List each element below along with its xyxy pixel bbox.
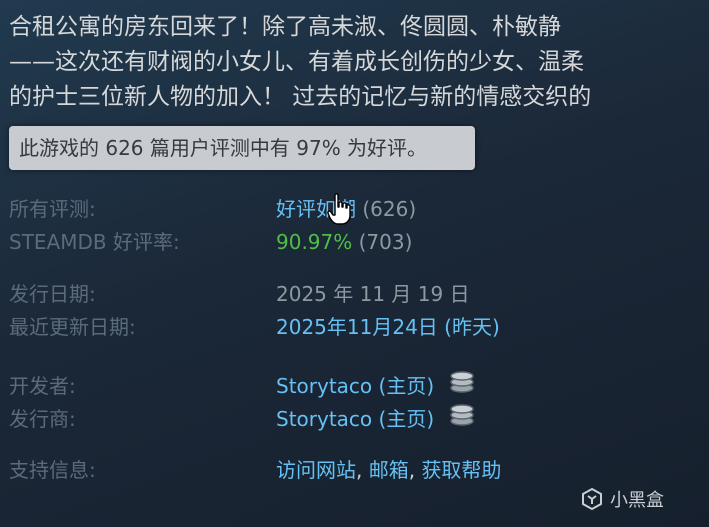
- release-date-label: 发行日期:: [9, 282, 96, 306]
- publisher-label: 发行商:: [9, 407, 76, 431]
- developer-label: 开发者:: [9, 374, 76, 398]
- publisher-value: Storytaco (主页): [276, 403, 475, 435]
- separator: ,: [408, 458, 416, 482]
- developer-value: Storytaco (主页): [276, 370, 475, 402]
- steamdb-rating-row: STEAMDB 好评率: 90.97% (703): [0, 226, 709, 258]
- watermark: 小黑盒: [580, 486, 664, 512]
- developer-row: 开发者: Storytaco (主页): [0, 370, 709, 402]
- all-reviews-label: 所有评测:: [9, 197, 96, 221]
- review-summary-tooltip: 此游戏的 626 篇用户评测中有 97% 为好评。: [9, 126, 475, 170]
- description-line: ——这次还有财阀的小女儿、有着成长创伤的少女、温柔: [9, 49, 584, 75]
- steamdb-rating-label: STEAMDB 好评率:: [9, 230, 180, 254]
- publisher-name-link[interactable]: Storytaco: [276, 407, 372, 431]
- developer-name-link[interactable]: Storytaco: [276, 374, 372, 398]
- last-update-label: 最近更新日期:: [9, 315, 136, 339]
- hand-cursor-icon: [327, 193, 353, 231]
- game-description: 合租公寓的房东回来了！除了高未淑、佟圆圆、朴敏静 ——这次还有财阀的小女儿、有着…: [9, 10, 699, 115]
- steamdb-rating-count: (703): [358, 230, 413, 254]
- last-update-link[interactable]: 2025年11月24日 (昨天): [276, 311, 500, 343]
- watermark-text: 小黑盒: [610, 490, 664, 511]
- last-update-row: 最近更新日期: 2025年11月24日 (昨天): [0, 311, 709, 343]
- support-label: 支持信息:: [9, 458, 96, 482]
- separator: ,: [356, 458, 363, 482]
- release-date-row: 发行日期: 2025 年 11 月 19 日: [0, 278, 709, 310]
- coin-stack-icon[interactable]: [449, 369, 475, 402]
- support-links: 访问网站, 邮箱, 获取帮助: [276, 454, 501, 486]
- all-reviews-row: 所有评测: 好评如潮 (626): [0, 193, 709, 225]
- email-link[interactable]: 邮箱: [369, 458, 409, 482]
- publisher-row: 发行商: Storytaco (主页): [0, 403, 709, 435]
- all-reviews-count: (626): [362, 197, 417, 221]
- developer-homepage-link[interactable]: (主页): [379, 374, 435, 398]
- publisher-homepage-link[interactable]: (主页): [379, 407, 435, 431]
- description-line: 的护士三位新人物的加入！ 过去的记忆与新的情感交织的: [9, 84, 592, 110]
- release-date-value: 2025 年 11 月 19 日: [276, 282, 470, 306]
- steamdb-rating-percent[interactable]: 90.97%: [276, 230, 352, 254]
- description-line: 合租公寓的房东回来了！除了高未淑、佟圆圆、朴敏静: [9, 14, 561, 40]
- support-row: 支持信息: 访问网站, 邮箱, 获取帮助: [0, 454, 709, 486]
- coin-stack-icon[interactable]: [449, 402, 475, 435]
- xiaoheihe-logo-icon: [582, 487, 602, 511]
- visit-website-link[interactable]: 访问网站: [276, 458, 356, 482]
- get-help-link[interactable]: 获取帮助: [421, 458, 501, 482]
